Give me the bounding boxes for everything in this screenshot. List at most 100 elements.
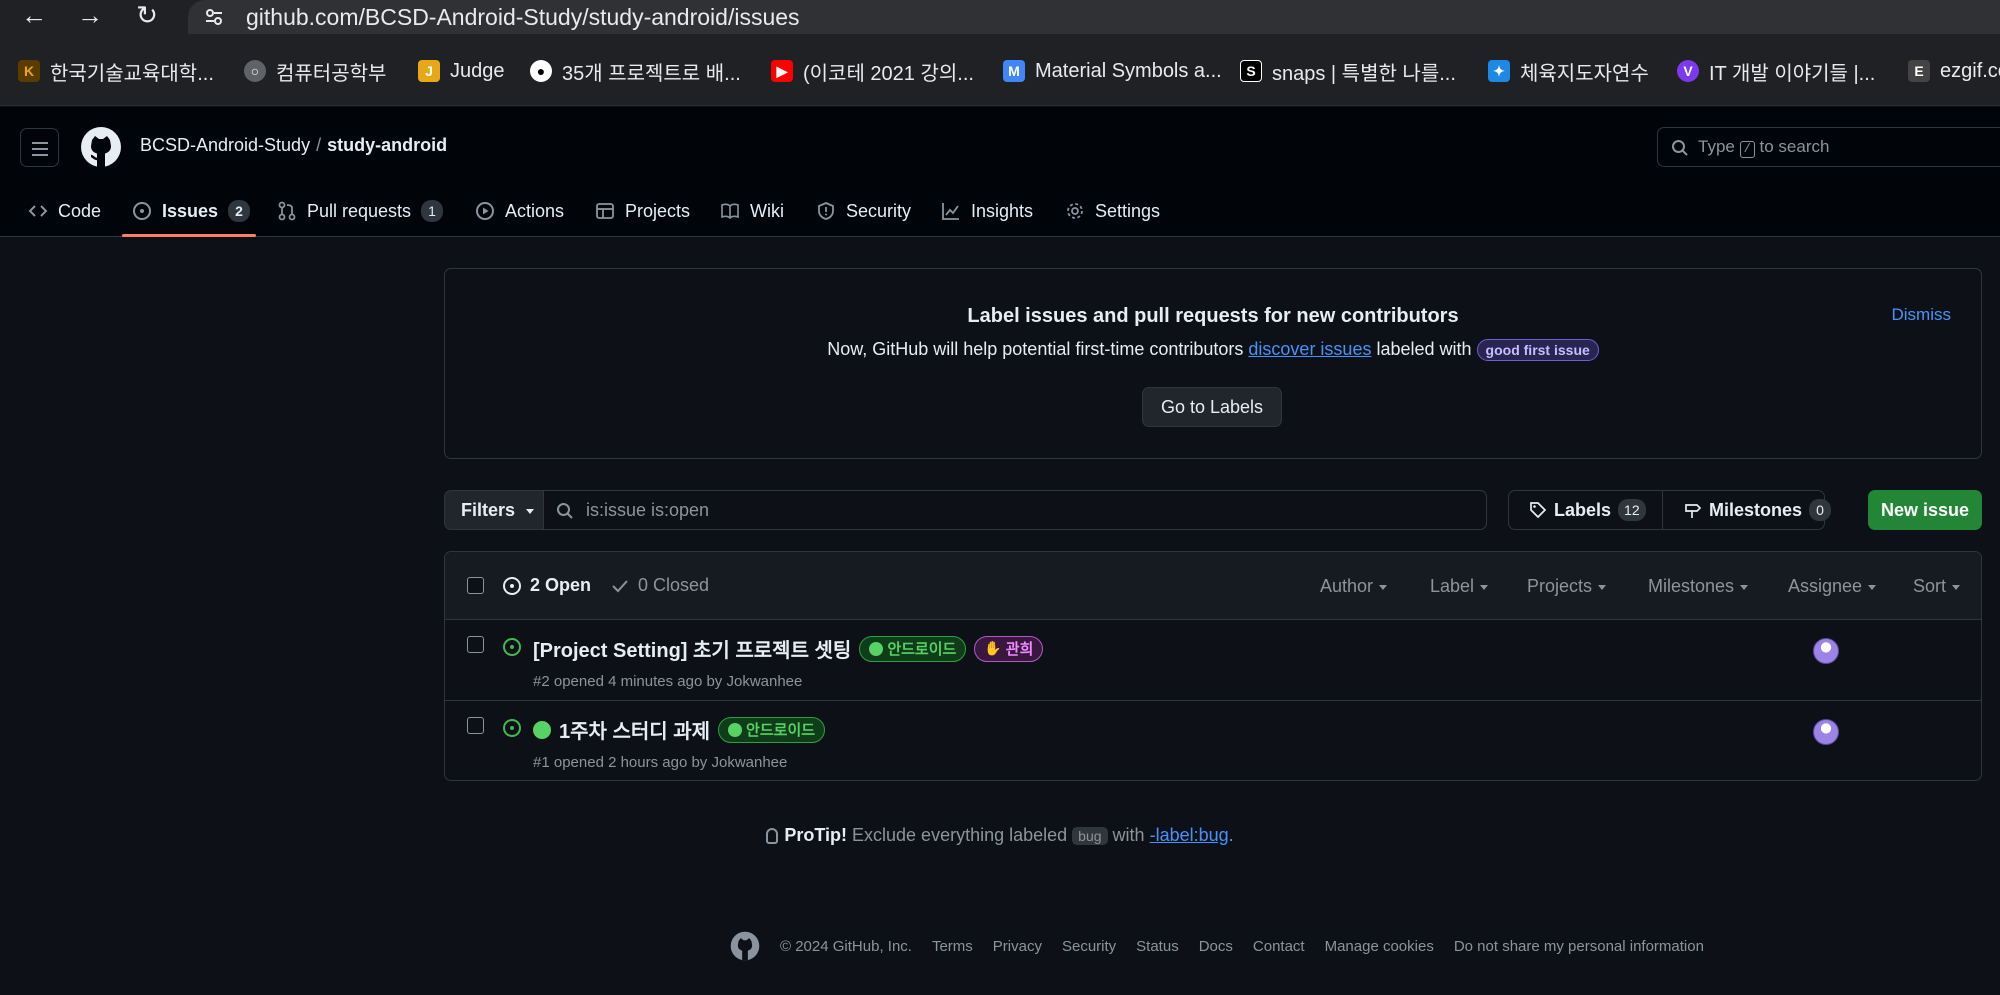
reload-icon[interactable]: ↻ bbox=[127, 0, 167, 32]
footer-link-manage-cookies[interactable]: Manage cookies bbox=[1325, 938, 1434, 955]
milestones-dropdown[interactable]: Milestones bbox=[1648, 576, 1748, 597]
issue-opened-icon bbox=[133, 202, 151, 220]
issue-checkbox[interactable] bbox=[467, 636, 484, 653]
github-logo-icon[interactable] bbox=[80, 126, 122, 168]
bookmark-item[interactable]: V IT 개발 이야기들 |... bbox=[1677, 57, 1875, 85]
hamburger-menu-button[interactable] bbox=[20, 128, 59, 167]
apple-emoji-icon bbox=[533, 720, 551, 739]
issue-title: [Project Setting] 초기 프로젝트 셋팅 안드로이드 ✋ 관희 bbox=[533, 634, 1044, 663]
discover-issues-link[interactable]: discover issues bbox=[1248, 339, 1371, 359]
new-issue-button[interactable]: New issue bbox=[1868, 490, 1982, 530]
github-logo-icon[interactable] bbox=[730, 931, 760, 961]
footer-link-privacy[interactable]: Privacy bbox=[993, 938, 1042, 955]
go-to-labels-button[interactable]: Go to Labels bbox=[1142, 387, 1282, 427]
open-filter[interactable]: 2 Open bbox=[502, 575, 591, 596]
footer-link-terms[interactable]: Terms bbox=[932, 938, 973, 955]
assignee-avatar[interactable] bbox=[1813, 638, 1839, 664]
bookmark-item[interactable]: K 한국기술교육대학... bbox=[18, 57, 214, 85]
footer-link-do-not-share[interactable]: Do not share my personal information bbox=[1454, 938, 1704, 955]
tab-pull-requests[interactable]: Pull requests 1 bbox=[277, 193, 444, 229]
repo-tabs: Code Issues 2 Pull requests 1 Actions Pr… bbox=[0, 187, 1400, 237]
search-icon bbox=[1672, 140, 1688, 156]
tab-issues[interactable]: Issues 2 bbox=[132, 193, 251, 229]
issues-list: 2 Open 0 Closed Author Label Projects Mi… bbox=[444, 551, 1982, 781]
issue-title: 1주차 스터디 과제 안드로이드 bbox=[533, 715, 826, 744]
graph-icon bbox=[942, 203, 959, 220]
label-dropdown[interactable]: Label bbox=[1430, 576, 1488, 597]
android-apple-icon bbox=[869, 641, 884, 656]
contributors-banner: Label issues and pull requests for new c… bbox=[444, 268, 1982, 459]
labels-count: 12 bbox=[1618, 499, 1646, 521]
footer-link-security[interactable]: Security bbox=[1062, 938, 1116, 955]
bookmark-item[interactable]: M Material Symbols a... bbox=[1003, 57, 1222, 85]
forward-icon[interactable]: → bbox=[70, 0, 110, 32]
issue-row[interactable]: 1주차 스터디 과제 안드로이드 #1 opened 2 hours ago b… bbox=[445, 701, 1981, 780]
banner-title: Label issues and pull requests for new c… bbox=[967, 305, 1459, 327]
breadcrumb: BCSD-Android-Study / study-android bbox=[140, 135, 447, 156]
slash-key-hint: / bbox=[1739, 141, 1755, 158]
labels-milestones-group: Labels 12 Milestones 0 bbox=[1508, 490, 1832, 530]
issue-search-input[interactable]: is:issue is:open bbox=[544, 490, 1487, 530]
tab-wiki[interactable]: Wiki bbox=[720, 193, 784, 229]
footer-link-status[interactable]: Status bbox=[1136, 938, 1179, 955]
url-text: github.com/BCSD-Android-Study/study-andr… bbox=[246, 4, 800, 30]
github-icon: ● bbox=[530, 60, 552, 82]
tab-projects[interactable]: Projects bbox=[595, 193, 690, 229]
issue-title-link[interactable]: 1주차 스터디 과제 bbox=[559, 715, 710, 744]
protip-link[interactable]: -label:bug bbox=[1150, 825, 1229, 845]
divider bbox=[1662, 491, 1663, 529]
issue-row[interactable]: [Project Setting] 초기 프로젝트 셋팅 안드로이드 ✋ 관희 #… bbox=[445, 620, 1981, 701]
author-dropdown[interactable]: Author bbox=[1320, 576, 1387, 597]
bookmark-item[interactable]: ○ 컴퓨터공학부 bbox=[244, 57, 386, 85]
back-icon[interactable]: ← bbox=[14, 0, 54, 32]
projects-dropdown[interactable]: Projects bbox=[1527, 576, 1606, 597]
issue-opened-icon bbox=[503, 719, 521, 737]
label-android[interactable]: 안드로이드 bbox=[718, 716, 826, 743]
book-icon bbox=[721, 203, 739, 220]
label-android[interactable]: 안드로이드 bbox=[859, 635, 967, 662]
bookmark-item[interactable]: ▶ (이코테 2021 강의... bbox=[771, 57, 974, 85]
assignee-avatar[interactable] bbox=[1813, 719, 1839, 745]
label-manage[interactable]: ✋ 관희 bbox=[974, 635, 1044, 662]
tab-settings[interactable]: Settings bbox=[1065, 193, 1160, 229]
tab-code[interactable]: Code bbox=[28, 193, 101, 229]
footer-link-contact[interactable]: Contact bbox=[1253, 938, 1305, 955]
labels-button[interactable]: Labels 12 bbox=[1529, 491, 1646, 529]
bookmark-item[interactable]: ● 35개 프로젝트로 배... bbox=[530, 57, 741, 85]
tab-actions[interactable]: Actions bbox=[475, 193, 564, 229]
bookmark-item[interactable]: Ssnaps | 특별한 나를... bbox=[1240, 57, 1456, 85]
search-icon bbox=[557, 503, 573, 519]
search-placeholder: Type / to search bbox=[1698, 137, 1830, 158]
issue-title-link[interactable]: [Project Setting] 초기 프로젝트 셋팅 bbox=[533, 634, 851, 663]
bookmark-item[interactable]: J Judge bbox=[418, 57, 505, 85]
site-settings-icon[interactable] bbox=[204, 7, 224, 27]
sort-dropdown[interactable]: Sort bbox=[1913, 576, 1960, 597]
dismiss-button[interactable]: Dismiss bbox=[1892, 305, 1952, 325]
pull-request-icon bbox=[278, 201, 296, 221]
tab-security[interactable]: Security bbox=[816, 193, 911, 229]
ezgif-icon: E bbox=[1908, 60, 1930, 82]
assignee-dropdown[interactable]: Assignee bbox=[1788, 576, 1876, 597]
milestones-button[interactable]: Milestones 0 bbox=[1684, 491, 1832, 529]
bookmarks-bar: K 한국기술교육대학... ○ 컴퓨터공학부 J Judge ● 35개 프로젝트로 배… bbox=[0, 34, 2000, 106]
address-bar[interactable]: github.com/BCSD-Android-Study/study-andr… bbox=[188, 0, 2000, 34]
gear-icon bbox=[1067, 203, 1083, 219]
bookmark-item[interactable]: Eezgif.co bbox=[1908, 57, 2000, 85]
tab-insights[interactable]: Insights bbox=[941, 193, 1033, 229]
select-all-checkbox[interactable] bbox=[467, 577, 484, 594]
menu-line bbox=[32, 148, 48, 150]
issue-meta: #2 opened 4 minutes ago by Jokwanhee bbox=[533, 673, 803, 690]
footer-link-docs[interactable]: Docs bbox=[1199, 938, 1233, 955]
footer: © 2024 GitHub, Inc. Terms Privacy Securi… bbox=[730, 930, 1704, 962]
issue-checkbox[interactable] bbox=[467, 717, 484, 734]
play-icon bbox=[476, 202, 494, 220]
closed-filter[interactable]: 0 Closed bbox=[610, 575, 709, 596]
hand-icon: ✋ bbox=[984, 640, 1002, 656]
owner-link[interactable]: BCSD-Android-Study bbox=[140, 135, 310, 155]
search-input[interactable]: Type / to search bbox=[1657, 127, 2000, 167]
issues-list-header: 2 Open 0 Closed Author Label Projects Mi… bbox=[445, 552, 1981, 620]
good-first-issue-label[interactable]: good first issue bbox=[1476, 339, 1599, 361]
repo-link[interactable]: study-android bbox=[327, 135, 447, 155]
bookmark-item[interactable]: ✦ 체육지도자연수 bbox=[1488, 57, 1649, 85]
filters-dropdown[interactable]: Filters bbox=[444, 490, 544, 530]
